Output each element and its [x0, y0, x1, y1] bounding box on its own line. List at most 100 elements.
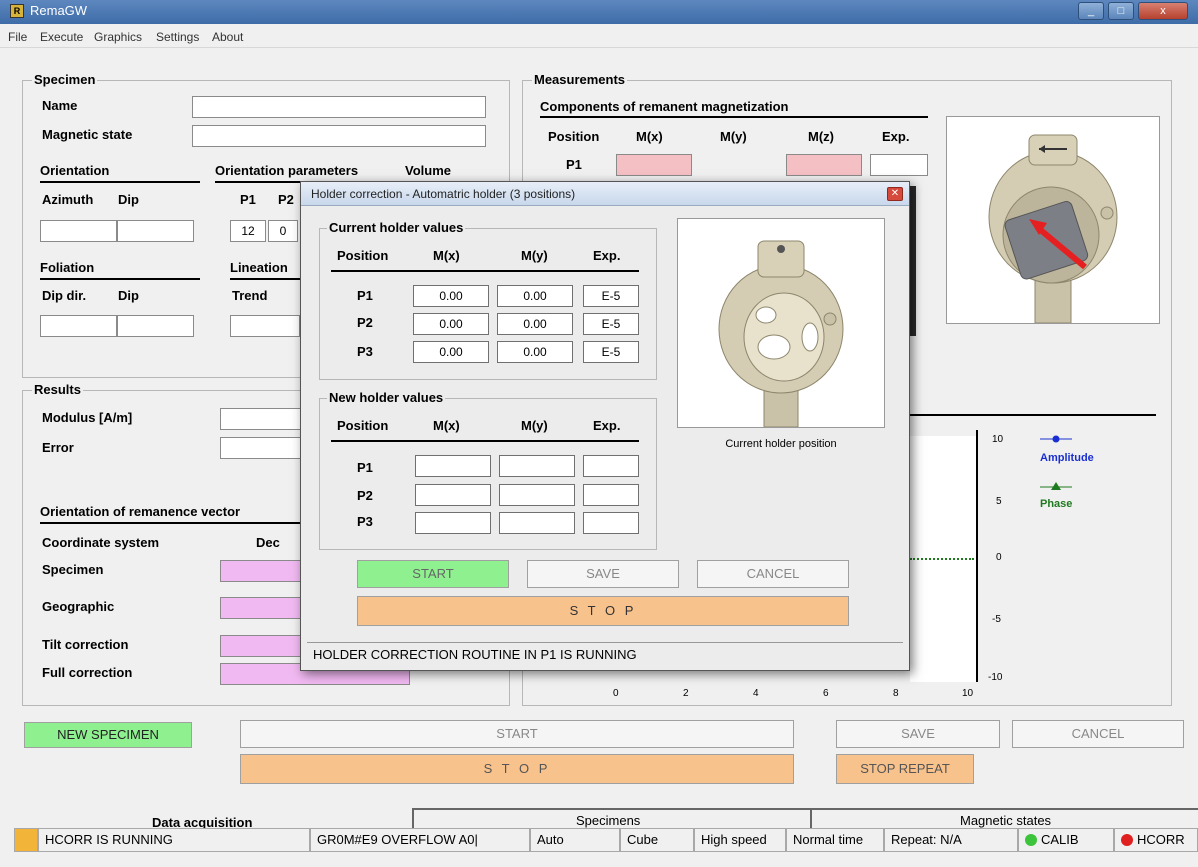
orientation-heading: Orientation: [40, 163, 200, 183]
new-header-position: Position: [337, 418, 389, 433]
meas-header-my: M(y): [720, 129, 747, 144]
status-indicator: [14, 828, 38, 852]
meas-p1-mx: [616, 154, 692, 176]
current-p3-mx: 0.00: [413, 341, 489, 363]
minimize-button[interactable]: _: [1078, 2, 1104, 20]
x-tick-2: 2: [683, 688, 689, 699]
geographic-dec-field: [220, 597, 310, 619]
new-p2-exp[interactable]: [583, 484, 639, 506]
menu-file[interactable]: File: [8, 30, 27, 44]
current-p2-label: P2: [357, 315, 373, 330]
result-row-full-label: Full correction: [42, 665, 133, 680]
chart-zero-line: [910, 558, 974, 560]
orientation-params-label: Orientation parameters: [215, 163, 359, 178]
new-p1-exp[interactable]: [583, 455, 639, 477]
y-tick-minus10: -10: [988, 672, 1003, 683]
name-field[interactable]: [192, 96, 486, 118]
title-bar: R RemaGW _ □ x: [0, 0, 1198, 24]
holder-caption: Current holder position: [725, 438, 837, 450]
new-p1-my[interactable]: [499, 455, 575, 477]
x-tick-8: 8: [893, 688, 899, 699]
p2-field[interactable]: 0: [268, 220, 298, 242]
p1-label: P1: [240, 192, 256, 207]
table-divider: [910, 186, 916, 336]
new-p2-label: P2: [357, 488, 373, 503]
new-specimen-button[interactable]: NEW SPECIMEN: [24, 722, 192, 748]
foliation-label: Foliation: [40, 260, 95, 275]
status-device: GR0M#E9 OVERFLOW A0|: [310, 828, 530, 852]
tab-magnetic-states[interactable]: Magnetic states: [960, 813, 1051, 828]
specimen-dec-field: [220, 560, 310, 582]
save-button[interactable]: SAVE: [836, 720, 1000, 748]
new-p3-my[interactable]: [499, 512, 575, 534]
modulus-field: [220, 408, 310, 430]
error-label: Error: [42, 440, 74, 455]
current-p3-label: P3: [357, 344, 373, 359]
meas-p1-label: P1: [566, 157, 582, 172]
foliation-dip-field[interactable]: [117, 315, 194, 337]
menu-settings[interactable]: Settings: [156, 30, 199, 44]
dialog-stop-button[interactable]: S T O P: [357, 596, 849, 626]
dialog-title: Holder correction - Automatric holder (3…: [311, 187, 576, 201]
current-p1-label: P1: [357, 288, 373, 303]
dec-label: Dec: [256, 535, 280, 550]
meas-header-position: Position: [548, 129, 600, 144]
orientation-label: Orientation: [40, 163, 110, 178]
magnetic-state-label: Magnetic state: [42, 127, 133, 142]
current-holder-image: [677, 218, 885, 428]
start-button[interactable]: START: [240, 720, 794, 748]
meas-header-mz: M(z): [808, 129, 834, 144]
dialog-save-button[interactable]: SAVE: [527, 560, 679, 588]
app-icon: R: [10, 4, 24, 18]
status-speed: High speed: [694, 828, 786, 852]
close-window-button[interactable]: x: [1138, 2, 1188, 20]
dialog-close-icon[interactable]: ✕: [887, 187, 903, 201]
legend-amplitude: Amplitude: [1040, 452, 1094, 464]
x-tick-6: 6: [823, 688, 829, 699]
new-p2-my[interactable]: [499, 484, 575, 506]
menu-about[interactable]: About: [212, 30, 243, 44]
dip-dir-field[interactable]: [40, 315, 117, 337]
specimen-holder-image: [946, 116, 1160, 324]
hcorr-label: HCORR: [1137, 832, 1185, 847]
cancel-button[interactable]: CANCEL: [1012, 720, 1184, 748]
current-p1-exp: E-5: [583, 285, 639, 307]
new-p3-exp[interactable]: [583, 512, 639, 534]
phase-marker: [1051, 482, 1061, 490]
new-p1-mx[interactable]: [415, 455, 491, 477]
current-p3-my: 0.00: [497, 341, 573, 363]
maximize-button[interactable]: □: [1108, 2, 1134, 20]
error-field: [220, 437, 310, 459]
dialog-status-bar: HOLDER CORRECTION ROUTINE IN P1 IS RUNNI…: [307, 642, 903, 666]
menu-graphics[interactable]: Graphics: [94, 30, 142, 44]
current-p3-exp: E-5: [583, 341, 639, 363]
result-row-specimen-label: Specimen: [42, 562, 104, 577]
amplitude-marker: [1052, 435, 1060, 443]
stop-button[interactable]: S T O P: [240, 754, 794, 784]
current-p2-exp: E-5: [583, 313, 639, 335]
dip-label: Dip: [118, 192, 139, 207]
azimuth-field[interactable]: [40, 220, 117, 242]
dialog-status-text: HOLDER CORRECTION ROUTINE IN P1 IS RUNNI…: [313, 647, 637, 662]
dialog-start-button[interactable]: START: [357, 560, 509, 588]
dialog-cancel-button[interactable]: CANCEL: [697, 560, 849, 588]
meas-header-mx: M(x): [636, 129, 663, 144]
p1-field[interactable]: 12: [230, 220, 266, 242]
tab-specimens[interactable]: Specimens: [576, 813, 640, 828]
magnetic-state-field[interactable]: [192, 125, 486, 147]
dip-field[interactable]: [117, 220, 194, 242]
tab-divider: [810, 808, 812, 828]
meas-p1-exp: [870, 154, 928, 176]
trend-field[interactable]: [230, 315, 300, 337]
specimen-group-title: Specimen: [32, 72, 98, 87]
stop-repeat-button[interactable]: STOP REPEAT: [836, 754, 974, 784]
chart-right-axis: [976, 430, 978, 682]
new-p2-mx[interactable]: [415, 484, 491, 506]
new-p3-mx[interactable]: [415, 512, 491, 534]
tab-strip: [412, 808, 1198, 828]
holder-drawing: [988, 134, 1118, 324]
current-values-title: Current holder values: [327, 220, 466, 235]
menu-execute[interactable]: Execute: [40, 30, 83, 44]
azimuth-label: Azimuth: [42, 192, 94, 207]
holder-position-drawing: [718, 240, 844, 428]
